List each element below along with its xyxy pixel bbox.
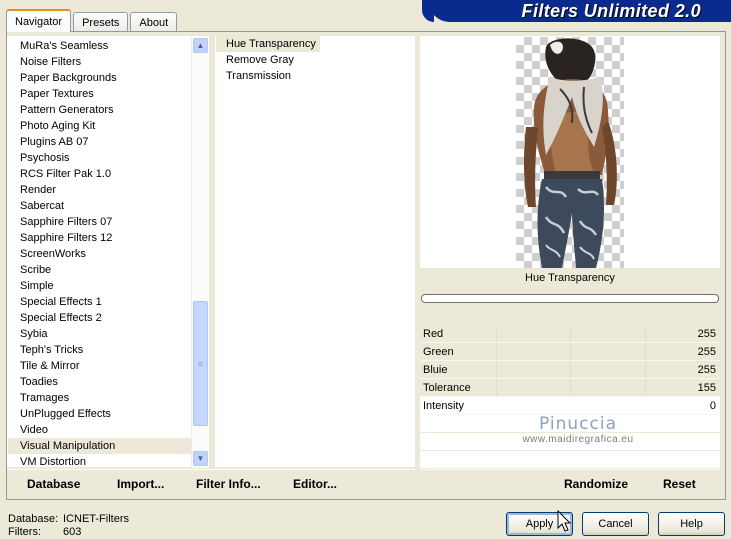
filter-item[interactable]: Remove Gray xyxy=(216,52,415,68)
preview-filter-name: Hue Transparency xyxy=(525,272,615,284)
filter-item[interactable]: Transmission xyxy=(216,68,415,84)
tab-strip: Navigator Presets About xyxy=(6,8,179,32)
filters-count: 603 xyxy=(63,526,82,538)
database-label: Database: xyxy=(8,513,59,525)
param-value: 255 xyxy=(697,363,716,376)
category-item[interactable]: MuRa's Seamless xyxy=(8,38,192,54)
param-name: Green xyxy=(423,345,454,358)
right-toolbar: Randomize Reset xyxy=(420,469,720,498)
randomize-button[interactable]: Randomize xyxy=(564,477,628,491)
category-item[interactable]: ScreenWorks xyxy=(8,246,192,262)
param-name: Tolerance xyxy=(423,381,471,394)
category-item[interactable]: Video xyxy=(8,422,192,438)
figure-silhouette xyxy=(524,38,617,268)
category-item[interactable]: Plugins AB 07 xyxy=(8,134,192,150)
category-item[interactable]: Special Effects 1 xyxy=(8,294,192,310)
category-item[interactable]: Special Effects 2 xyxy=(8,310,192,326)
category-item[interactable]: Paper Textures xyxy=(8,86,192,102)
editor-button[interactable]: Editor... xyxy=(293,477,337,491)
progress-bar xyxy=(421,294,719,303)
category-item[interactable]: Sabercat xyxy=(8,198,192,214)
filters-label: Filters: xyxy=(8,526,41,538)
left-toolbar: Database Import... Filter Info... Editor… xyxy=(7,469,415,498)
param-value: 155 xyxy=(697,381,716,394)
watermark-url: www.maidiregrafica.eu xyxy=(522,434,634,445)
empty-param-row xyxy=(420,451,720,469)
category-item[interactable]: Sapphire Filters 07 xyxy=(8,214,192,230)
grip-icon: ≡ xyxy=(197,358,204,369)
param-value: 255 xyxy=(697,345,716,358)
import-button[interactable]: Import... xyxy=(117,477,164,491)
scroll-down-button[interactable]: ▼ xyxy=(193,451,208,466)
mouse-cursor-icon xyxy=(557,510,572,532)
app-banner: Filters Unlimited 2.0 xyxy=(422,0,731,22)
preview-panel: Hue Transparency Red 255 Green 255 Bluie 255 T… xyxy=(420,36,720,469)
category-item[interactable]: Paper Backgrounds xyxy=(8,70,192,86)
param-name: Red xyxy=(423,327,444,340)
param-row-green[interactable]: Green 255 xyxy=(420,343,720,361)
param-row-intensity[interactable]: Intensity 0 xyxy=(420,397,720,415)
preview-area xyxy=(420,36,720,268)
help-button[interactable]: Help xyxy=(658,512,725,536)
param-row-tolerance[interactable]: Tolerance 155 xyxy=(420,379,720,397)
scroll-thumb[interactable]: ≡ xyxy=(193,301,208,426)
reset-button[interactable]: Reset xyxy=(663,477,696,491)
category-item[interactable]: Photo Aging Kit xyxy=(8,118,192,134)
category-item[interactable]: Teph's Tricks xyxy=(8,342,192,358)
chevron-down-icon: ▼ xyxy=(196,454,205,463)
category-item[interactable]: Tramages xyxy=(8,390,192,406)
category-item[interactable]: Noise Filters xyxy=(8,54,192,70)
filter-item[interactable]: Hue Transparency xyxy=(216,36,320,52)
category-item[interactable]: VM Distortion xyxy=(8,454,192,468)
param-value: 0 xyxy=(709,399,716,412)
category-item[interactable]: Sapphire Filters 12 xyxy=(8,230,192,246)
category-item[interactable]: Toadies xyxy=(8,374,192,390)
filter-info-button[interactable]: Filter Info... xyxy=(196,477,261,491)
watermark: Pinuccia www.maidiregrafica.eu xyxy=(508,414,648,445)
category-item[interactable]: Simple xyxy=(8,278,192,294)
param-name: Intensity xyxy=(423,399,464,412)
category-item[interactable]: Visual Manipulation xyxy=(8,438,192,454)
database-value: ICNET-Filters xyxy=(63,513,129,525)
category-list-items: MuRa's Seamless Noise Filters Paper Backgr… xyxy=(8,37,192,468)
param-name: Bluie xyxy=(423,363,448,376)
tab-presets[interactable]: Presets xyxy=(73,12,129,32)
database-button[interactable]: Database xyxy=(27,477,80,491)
tab-about[interactable]: About xyxy=(130,12,178,32)
category-item[interactable]: Tile & Mirror xyxy=(8,358,192,374)
parameter-list: Red 255 Green 255 Bluie 255 Tolerance 155 Intens… xyxy=(420,325,720,469)
scroll-up-button[interactable]: ▲ xyxy=(193,38,208,53)
category-list: MuRa's Seamless Noise Filters Paper Backgr… xyxy=(7,36,209,468)
status-info: Database: ICNET-Filters Filters: 603 xyxy=(8,513,129,539)
category-item[interactable]: Psychosis xyxy=(8,150,192,166)
app-title: Filters Unlimited 2.0 xyxy=(521,0,701,21)
tab-navigator[interactable]: Navigator xyxy=(6,9,72,32)
chevron-up-icon: ▲ xyxy=(196,41,205,50)
category-scrollbar[interactable]: ▲ ≡ ▼ xyxy=(191,37,208,468)
category-item[interactable]: Sybia xyxy=(8,326,192,342)
watermark-name: Pinuccia xyxy=(539,414,617,434)
category-item[interactable]: Pattern Generators xyxy=(8,102,192,118)
category-item[interactable]: UnPlugged Effects xyxy=(8,406,192,422)
category-item[interactable]: Render xyxy=(8,182,192,198)
category-item[interactable]: Scribe xyxy=(8,262,192,278)
category-item[interactable]: RCS Filter Pak 1.0 xyxy=(8,166,192,182)
param-row-red[interactable]: Red 255 xyxy=(420,325,720,343)
param-row-bluie[interactable]: Bluie 255 xyxy=(420,361,720,379)
param-value: 255 xyxy=(697,327,716,340)
cancel-button[interactable]: Cancel xyxy=(582,512,649,536)
preview-image xyxy=(516,37,624,268)
filter-list: Hue Transparency Remove Gray Transmission xyxy=(215,36,415,467)
